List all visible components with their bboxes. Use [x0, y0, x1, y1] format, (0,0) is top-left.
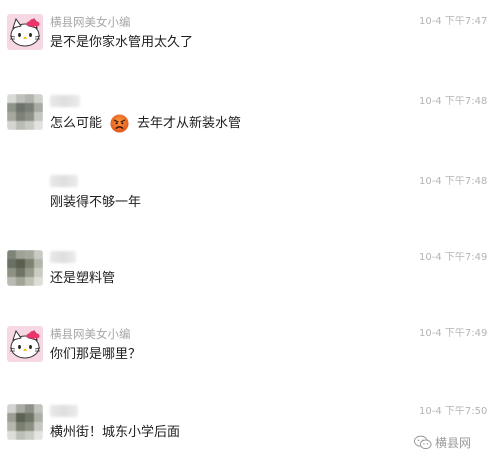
wechat-watermark: 横县网 [414, 432, 471, 452]
message-time: 10-4 下午7:48 [419, 176, 487, 187]
message-text: 还是塑料管 [50, 271, 116, 286]
chat-message: 横县网美女小编 10-4 下午7:47 是不是你家水管用太久了 [0, 14, 487, 58]
pixelated-avatar[interactable] [7, 94, 43, 130]
sender-name[interactable] [50, 251, 76, 263]
message-time: 10-4 下午7:47 [419, 16, 487, 27]
pixelated-avatar[interactable] [7, 250, 43, 286]
message-time: 10-4 下午7:48 [419, 96, 487, 107]
hello-kitty-avatar[interactable] [7, 326, 43, 362]
message-text: 横州街！城东小学后面 [50, 425, 181, 440]
sender-name[interactable]: 横县网美女小编 [50, 327, 131, 341]
chat-message: 10-4 下午7:49 还是塑料管 [0, 250, 487, 294]
hello-kitty-icon [7, 14, 43, 50]
message-text: 你们那是哪里？ [50, 347, 142, 362]
message-text-after: 去年才从新装水管 [137, 115, 242, 131]
chat-message: 10-4 下午7:48 怎么可能 去年才从新装水管 [0, 94, 487, 138]
message-time: 10-4 下午7:49 [419, 252, 487, 263]
angry-face-emoji [110, 114, 129, 133]
message-time: 10-4 下午7:49 [419, 328, 487, 339]
sender-name[interactable]: 横县网美女小编 [50, 15, 131, 29]
message-text-before: 怎么可能 [50, 115, 103, 131]
wechat-icon [414, 435, 432, 449]
chat-history: 横县网美女小编 10-4 下午7:47 是不是你家水管用太久了 10-4 下午7… [0, 0, 487, 460]
watermark-label: 横县网 [435, 435, 472, 450]
hello-kitty-icon [7, 326, 43, 362]
sender-name[interactable] [50, 405, 78, 417]
message-text: 刚装得不够一年 [50, 195, 142, 210]
sender-name[interactable] [50, 95, 80, 107]
blurred-avatar-icon [7, 250, 43, 286]
hello-kitty-avatar[interactable] [7, 14, 43, 50]
blurred-avatar-icon [7, 94, 43, 130]
blurred-avatar-icon [7, 404, 43, 440]
message-text: 怎么可能 去年才从新装水管 [50, 114, 241, 133]
pixelated-avatar[interactable] [7, 404, 43, 440]
message-text: 是不是你家水管用太久了 [50, 35, 194, 50]
message-time: 10-4 下午7:50 [419, 406, 487, 417]
sender-name[interactable] [50, 175, 78, 187]
chat-message: 10-4 下午7:48 刚装得不够一年 [0, 174, 487, 218]
chat-message: 横县网美女小编 10-4 下午7:49 你们那是哪里？ [0, 326, 487, 370]
